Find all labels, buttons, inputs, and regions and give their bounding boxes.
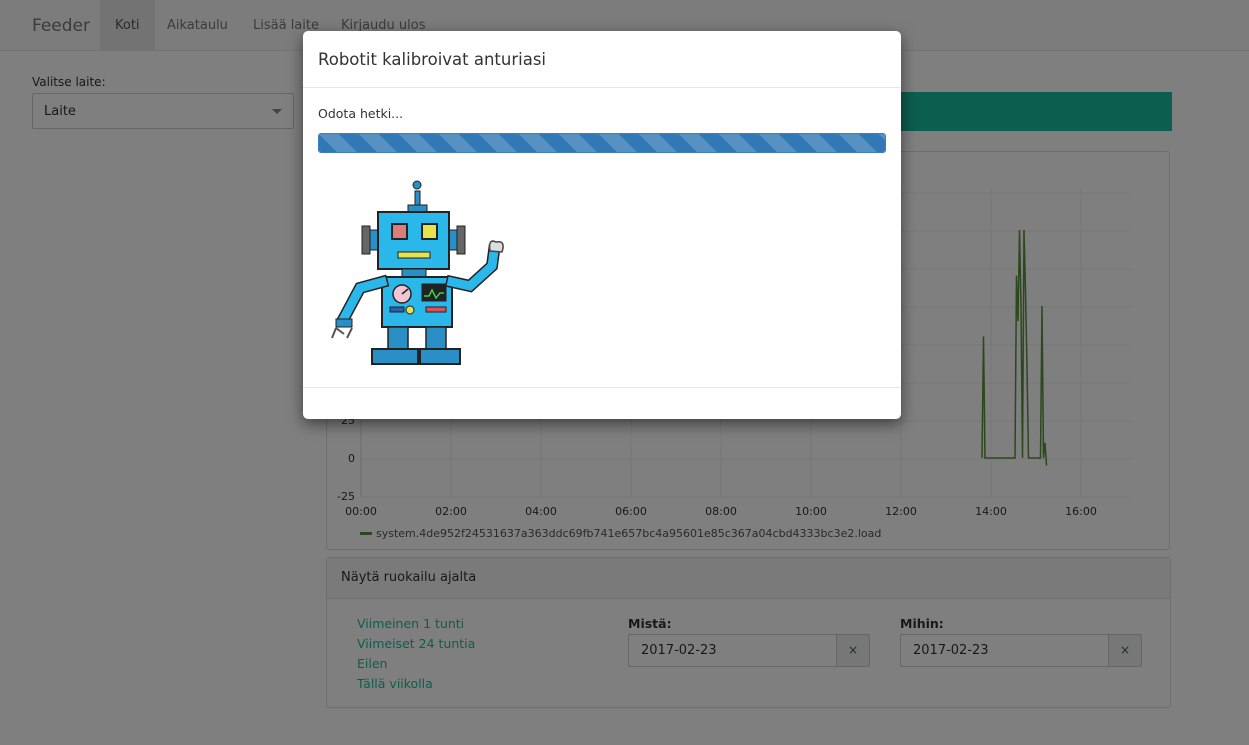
calibration-modal: Robotit kalibroivat anturiasi Odota hetk… <box>303 31 901 419</box>
modal-title: Robotit kalibroivat anturiasi <box>318 50 547 69</box>
robot-illustration <box>331 180 504 365</box>
modal-message: Odota hetki... <box>318 106 404 121</box>
progress-bar <box>318 133 886 153</box>
modal-header-divider <box>303 87 901 88</box>
modal-footer-divider <box>303 387 901 388</box>
progress-bar-fill <box>319 134 885 152</box>
